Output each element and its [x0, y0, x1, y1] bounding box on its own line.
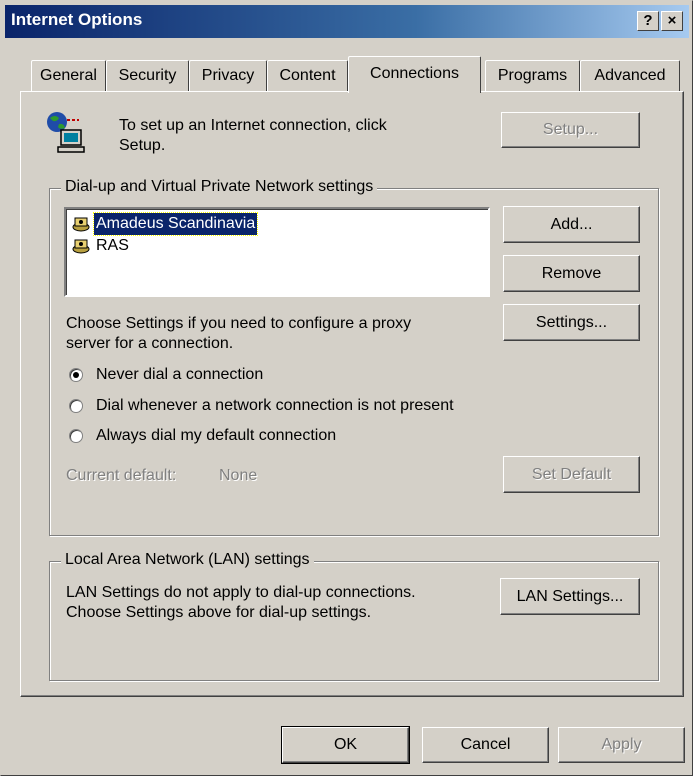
tab-programs[interactable]: Programs — [485, 60, 580, 91]
list-item[interactable]: RAS — [72, 235, 131, 257]
proxy-text-line1: Choose Settings if you need to configure… — [66, 315, 412, 332]
lan-settings-group-label: Local Area Network (LAN) settings — [61, 551, 314, 569]
help-button[interactable]: ? — [637, 11, 659, 31]
internet-options-window: Internet Options ? × General Security Pr… — [0, 0, 693, 776]
set-default-button[interactable]: Set Default — [503, 456, 640, 493]
lan-text-line2: Choose Settings above for dial-up settin… — [66, 604, 372, 621]
connection-name: Amadeus Scandinavia — [92, 212, 259, 236]
title-bar[interactable]: Internet Options ? × — [5, 5, 689, 38]
connections-listbox[interactable]: Amadeus Scandinavia RAS — [64, 207, 490, 297]
radio-dial-when-no-network[interactable] — [69, 399, 83, 413]
tab-advanced[interactable]: Advanced — [580, 60, 680, 91]
tab-privacy[interactable]: Privacy — [189, 60, 267, 91]
cancel-button[interactable]: Cancel — [422, 727, 549, 763]
connection-name: RAS — [96, 237, 129, 254]
radio-never-dial[interactable] — [69, 368, 83, 382]
close-button[interactable]: × — [661, 11, 683, 31]
lan-settings-button[interactable]: LAN Settings... — [500, 578, 640, 615]
add-button[interactable]: Add... — [503, 206, 640, 243]
current-default-value: None — [219, 467, 258, 484]
apply-button[interactable]: Apply — [558, 727, 685, 763]
connections-panel: To set up an Internet connection, click … — [20, 91, 684, 697]
ok-button[interactable]: OK — [281, 726, 410, 764]
list-item[interactable]: Amadeus Scandinavia — [72, 212, 259, 236]
radio-always-dial-label[interactable]: Always dial my default connection — [96, 426, 336, 446]
lan-text-line1: LAN Settings do not apply to dial-up con… — [66, 584, 416, 601]
radio-always-dial[interactable] — [69, 429, 83, 443]
dialup-vpn-group-label: Dial-up and Virtual Private Network sett… — [61, 178, 378, 196]
setup-text-line2: Setup. — [119, 137, 166, 154]
radio-never-dial-label[interactable]: Never dial a connection — [96, 365, 263, 385]
tab-content[interactable]: Content — [267, 60, 348, 91]
dialup-connection-icon — [72, 217, 90, 232]
remove-button[interactable]: Remove — [503, 255, 640, 292]
dialup-connection-icon — [72, 239, 90, 254]
tab-general[interactable]: General — [31, 60, 106, 91]
internet-connection-icon — [45, 110, 89, 154]
proxy-text-line2: server for a connection. — [66, 335, 234, 352]
setup-text-line1: To set up an Internet connection, click — [119, 117, 387, 134]
current-default-label: Current default: — [66, 467, 177, 484]
tab-connections[interactable]: Connections — [348, 56, 481, 93]
tab-security[interactable]: Security — [106, 60, 189, 91]
radio-dial-when-no-network-label[interactable]: Dial whenever a network connection is no… — [96, 396, 454, 416]
setup-button[interactable]: Setup... — [501, 112, 640, 148]
settings-button[interactable]: Settings... — [503, 304, 640, 341]
window-title: Internet Options — [11, 10, 143, 29]
